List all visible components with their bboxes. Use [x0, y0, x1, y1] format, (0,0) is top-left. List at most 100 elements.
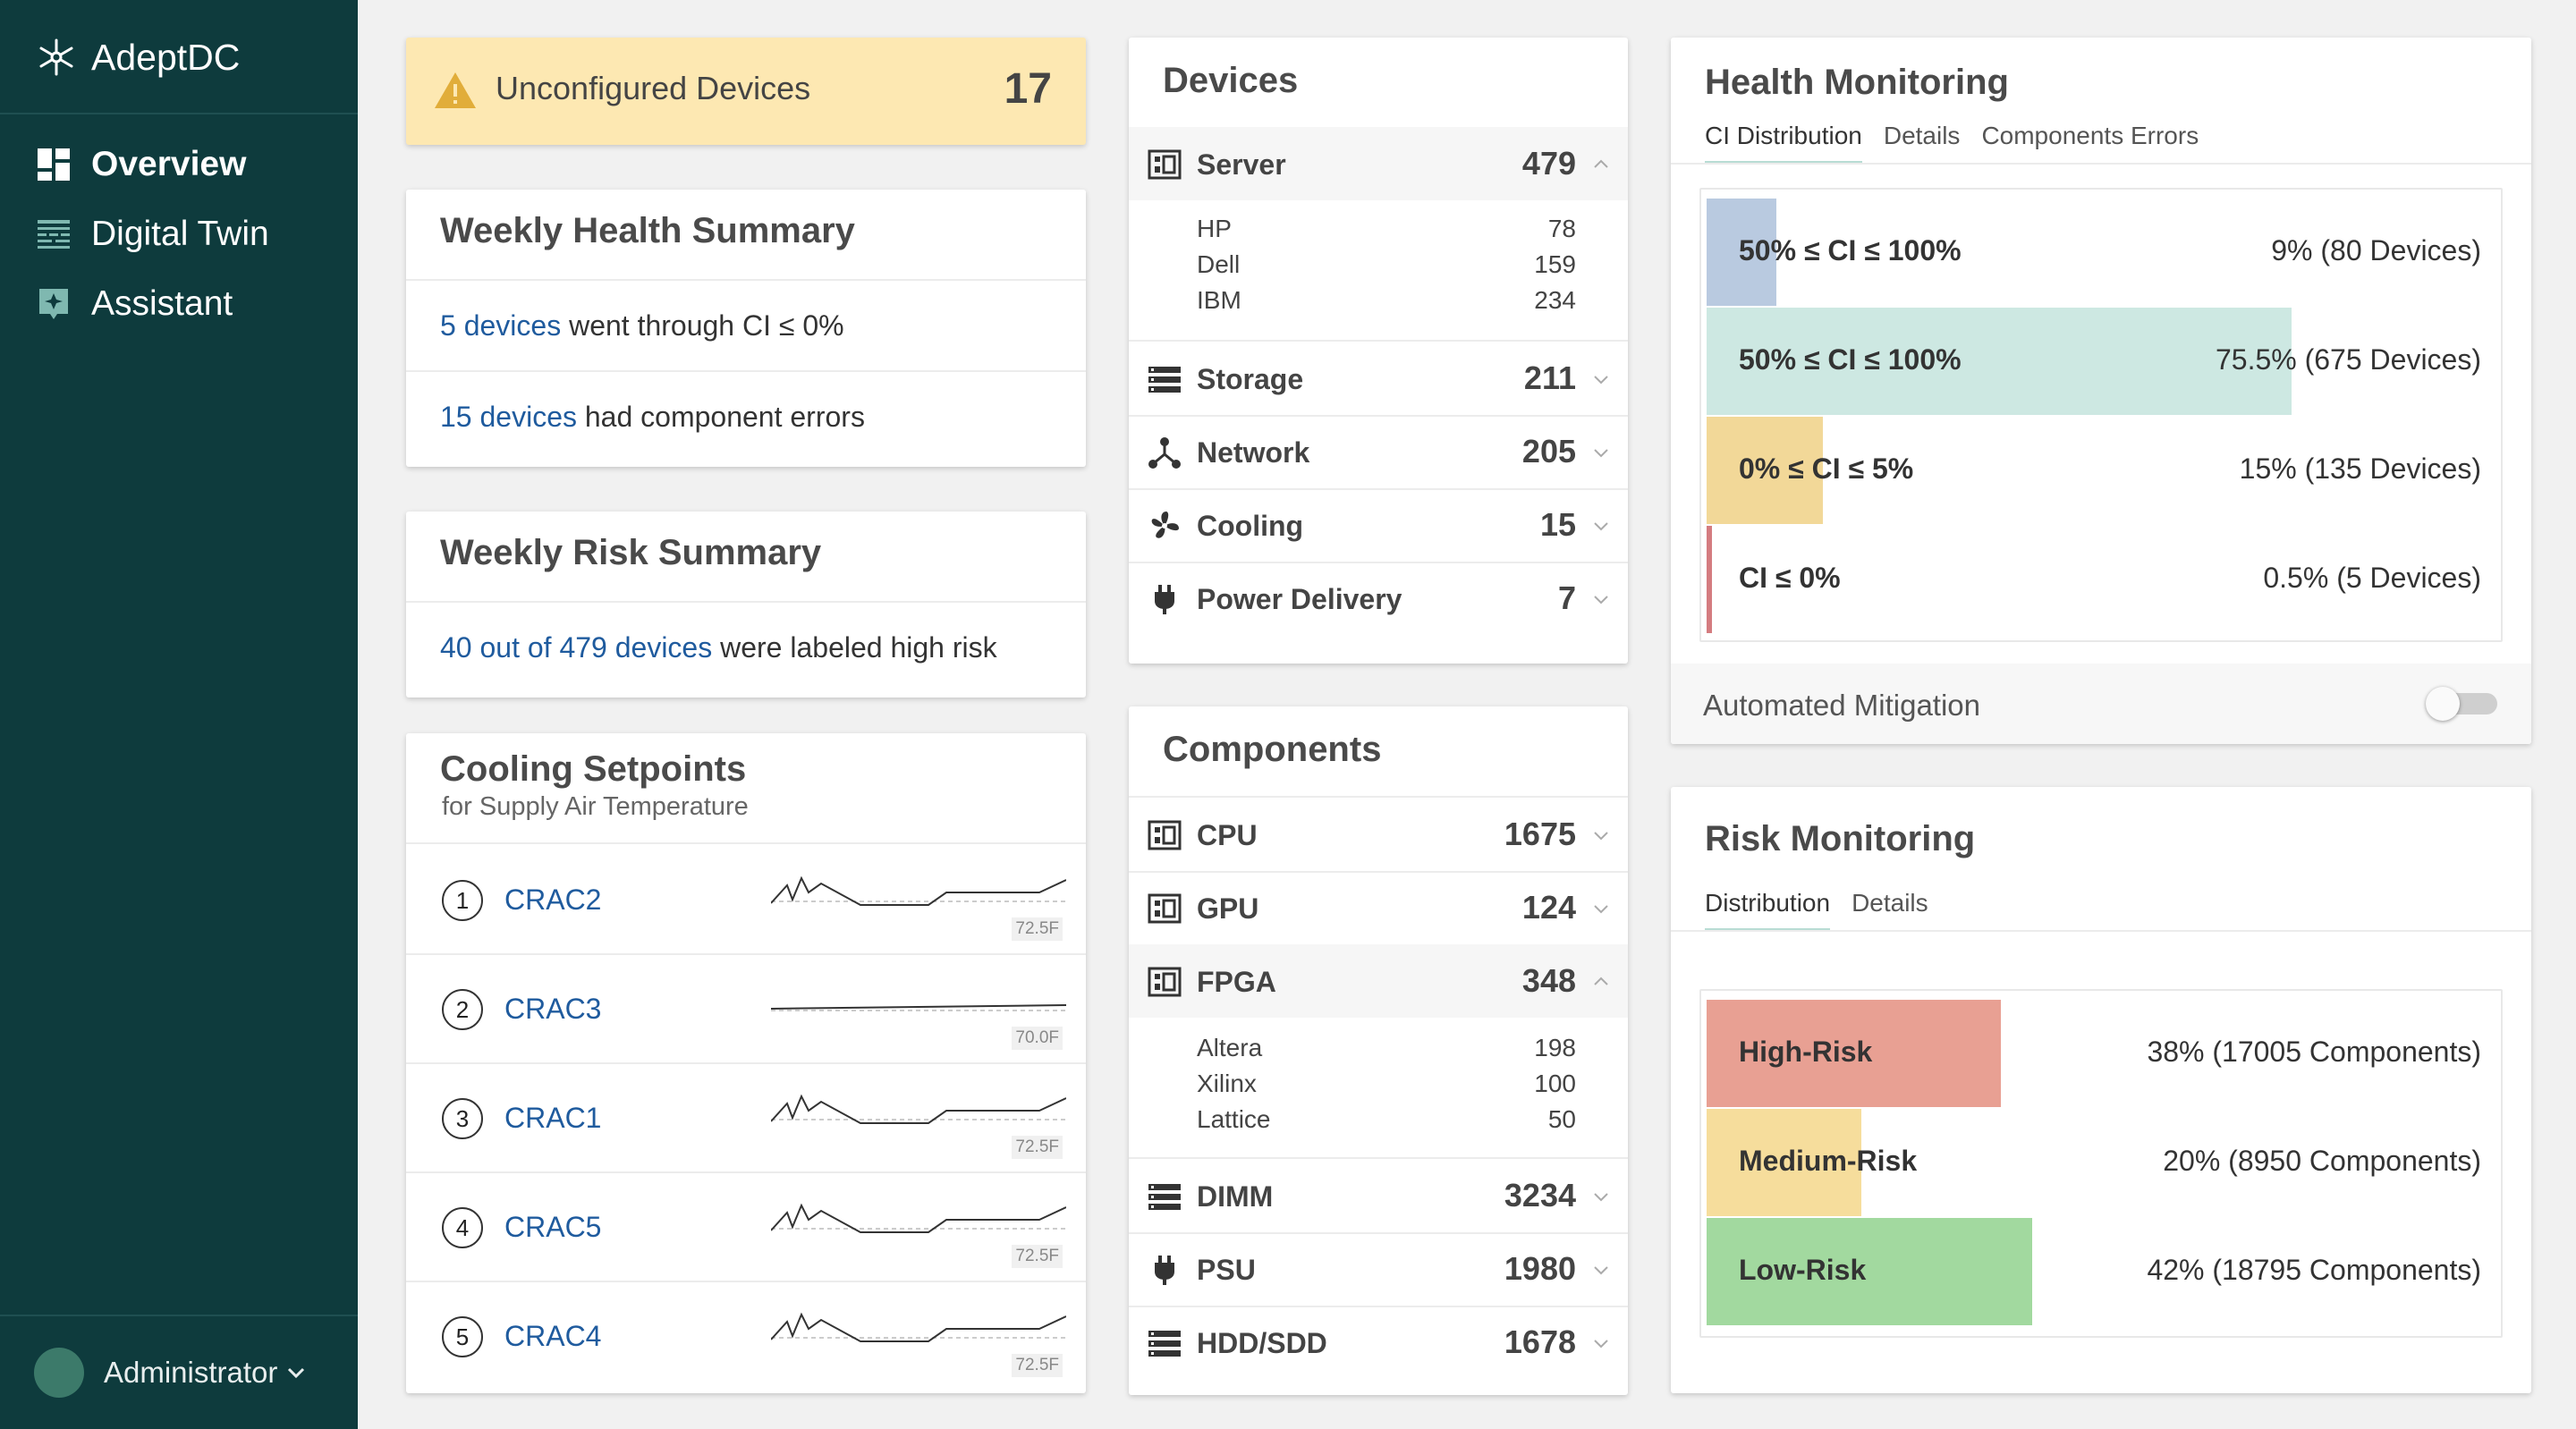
device-row-network[interactable]: Network 205	[1129, 415, 1628, 488]
card-title: Devices	[1163, 61, 1299, 100]
device-row-cooling[interactable]: Cooling 15	[1129, 488, 1628, 562]
fan-icon	[1151, 512, 1179, 538]
devices-link[interactable]: 40 out of 479 devices	[440, 631, 712, 664]
bar-value: 38% (17005 Components)	[2147, 1036, 2481, 1068]
component-row-hdd-sdd[interactable]: HDD/SDD 1678	[1129, 1306, 1628, 1379]
crac-row[interactable]: 3 CRAC1 72.5F	[406, 1062, 1086, 1171]
crac-name[interactable]: CRAC2	[504, 884, 601, 917]
sidebar-divider	[0, 113, 358, 114]
chevron-down-icon[interactable]	[1592, 444, 1610, 461]
unconfigured-count: 17	[1004, 65, 1052, 113]
crac-number: 2	[442, 989, 483, 1030]
bar-label: CI ≤ 0%	[1739, 562, 1841, 594]
tab-distribution[interactable]: Distribution	[1705, 889, 1831, 932]
tab-details[interactable]: Details	[1884, 122, 1961, 165]
health-monitoring-card: Health Monitoring CI Distribution Detail…	[1671, 38, 2531, 744]
brand[interactable]: AdeptDC	[34, 32, 240, 82]
chevron-up-icon[interactable]	[1592, 156, 1610, 173]
sub-item-value: 159	[1534, 250, 1576, 278]
chevron-down-icon[interactable]	[1592, 370, 1610, 388]
crac-name[interactable]: CRAC3	[504, 993, 601, 1026]
chevron-down-icon[interactable]	[1592, 517, 1610, 535]
nav-label: Digital Twin	[91, 215, 269, 253]
component-row-gpu[interactable]: GPU 124	[1129, 871, 1628, 944]
sub-item-value: 198	[1534, 1034, 1576, 1061]
chevron-down-icon[interactable]	[1592, 1261, 1610, 1279]
sub-item-name: Dell	[1197, 250, 1241, 278]
bar-value: 20% (8950 Components)	[2163, 1145, 2481, 1177]
tab-ci-distribution[interactable]: CI Distribution	[1705, 122, 1862, 165]
bar-value: 9% (80 Devices)	[2271, 234, 2481, 266]
summary-text: had component errors	[576, 401, 865, 433]
crac-name[interactable]: CRAC1	[504, 1102, 601, 1135]
mitigation-label: Automated Mitigation	[1703, 689, 1981, 722]
bar-label: 50% ≤ CI ≤ 100%	[1739, 234, 1962, 266]
unconfigured-label: Unconfigured Devices	[496, 70, 811, 106]
setpoint-value: 72.5F	[1012, 917, 1063, 941]
nav-item-overview[interactable]: Overview	[36, 140, 246, 190]
nav-item-digital-twin[interactable]: Digital Twin	[36, 209, 269, 259]
component-row-fpga[interactable]: FPGA 348	[1129, 944, 1628, 1018]
chevron-down-icon[interactable]	[1592, 1188, 1610, 1205]
bar-value: 15% (135 Devices)	[2239, 452, 2481, 485]
component-row-dimm[interactable]: DIMM 3234	[1129, 1159, 1628, 1232]
summary-text: went through CI ≤ 0%	[561, 309, 844, 342]
chevron-down-icon[interactable]	[1592, 900, 1610, 917]
setpoint-value: 72.5F	[1012, 1245, 1063, 1268]
risk-monitoring-card: Risk Monitoring Distribution Details Hig…	[1671, 787, 2531, 1393]
crac-name[interactable]: CRAC4	[504, 1320, 601, 1353]
chip-icon	[1148, 820, 1182, 850]
storage-icon	[1148, 1184, 1181, 1210]
user-menu[interactable]: Administrator	[34, 1347, 308, 1399]
chip-icon	[1148, 149, 1182, 180]
dashboard-icon	[36, 147, 72, 182]
devices-link[interactable]: 15 devices	[440, 401, 577, 433]
chevron-down-icon[interactable]	[1592, 1334, 1610, 1352]
bar-label: Medium-Risk	[1739, 1145, 1918, 1177]
plug-icon	[1155, 1256, 1174, 1285]
divider	[406, 279, 1086, 281]
sub-item: Xilinx 100	[1197, 1070, 1576, 1105]
summary-item: 5 devices went through CI ≤ 0%	[440, 309, 844, 342]
sub-item: Dell 159	[1197, 250, 1576, 286]
crac-row[interactable]: 1 CRAC2 72.5F	[406, 844, 1086, 953]
device-row-storage[interactable]: Storage 211	[1129, 342, 1628, 415]
weekly-health-summary-card: Weekly Health Summary 5 devices went thr…	[406, 190, 1086, 467]
sub-item: Altera 198	[1197, 1034, 1576, 1070]
card-title: Health Monitoring	[1705, 63, 2009, 102]
chevron-up-icon[interactable]	[1592, 973, 1610, 991]
unconfigured-devices-card[interactable]: Unconfigured Devices 17	[406, 38, 1086, 145]
crac-row[interactable]: 4 CRAC5 72.5F	[406, 1171, 1086, 1281]
crac-name[interactable]: CRAC5	[504, 1211, 601, 1244]
risk-tabs: Distribution Details	[1705, 889, 1950, 932]
component-count: 3234	[1504, 1177, 1576, 1213]
assistant-icon	[36, 286, 72, 322]
chevron-down-icon[interactable]	[1592, 826, 1610, 844]
tab-components-errors[interactable]: Components Errors	[1981, 122, 2199, 165]
sub-item-name: Lattice	[1197, 1105, 1271, 1133]
device-row-power-delivery[interactable]: Power Delivery 7	[1129, 562, 1628, 635]
device-name: Storage	[1197, 363, 1304, 395]
chevron-down-icon[interactable]	[1592, 590, 1610, 608]
component-name: CPU	[1197, 819, 1258, 851]
component-count: 1675	[1504, 816, 1576, 852]
crac-row[interactable]: 5 CRAC4 72.5F	[406, 1281, 1086, 1390]
component-row-cpu[interactable]: CPU 1675	[1129, 798, 1628, 871]
nav-item-assistant[interactable]: Assistant	[36, 279, 233, 329]
bar-value: 42% (18795 Components)	[2147, 1254, 2481, 1286]
component-row-psu[interactable]: PSU 1980	[1129, 1232, 1628, 1306]
divider	[406, 601, 1086, 603]
nav-label: Assistant	[91, 284, 233, 323]
device-count: 479	[1521, 145, 1576, 182]
card-title: Risk Monitoring	[1705, 819, 1976, 858]
divider	[406, 370, 1086, 372]
tab-details[interactable]: Details	[1852, 889, 1928, 932]
setpoint-value: 72.5F	[1012, 1136, 1063, 1159]
device-row-server[interactable]: Server 479	[1129, 127, 1628, 200]
bar-row: CI ≤ 0% 0.5% (5 Devices)	[1707, 526, 2481, 633]
devices-link[interactable]: 5 devices	[440, 309, 561, 342]
cooling-setpoints-card: Cooling Setpoints for Supply Air Tempera…	[406, 733, 1086, 1393]
devices-card: Devices Server 479 HP 78 Dell 159 IBM 234 S…	[1129, 38, 1628, 664]
crac-row[interactable]: 2 CRAC3 70.0F	[406, 953, 1086, 1062]
mitigation-toggle[interactable]	[2426, 687, 2497, 721]
